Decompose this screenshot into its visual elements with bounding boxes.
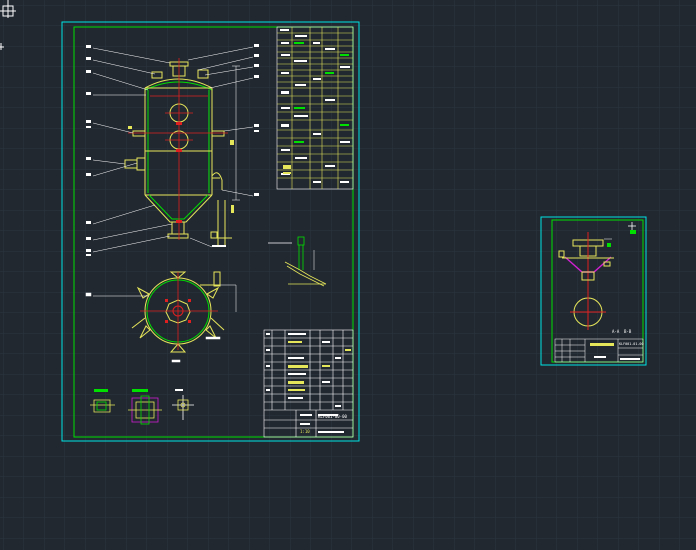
drawing-canvas[interactable]: KLF001-00-00 1:10 A-A B-B KLF001-01-00 (0, 0, 696, 550)
small-drawing-number: KLF001-01-00 (619, 342, 644, 346)
small-title-text-2 (620, 358, 640, 360)
drawing-scale: 1:10 (300, 429, 310, 434)
grid-background (0, 0, 696, 550)
small-title-highlight (590, 343, 614, 346)
small-title-text (594, 356, 606, 358)
view-label-b: B-B (624, 329, 632, 334)
view-label-a: A-A (612, 329, 620, 334)
drawing-number: KLF001-00-00 (318, 414, 347, 419)
